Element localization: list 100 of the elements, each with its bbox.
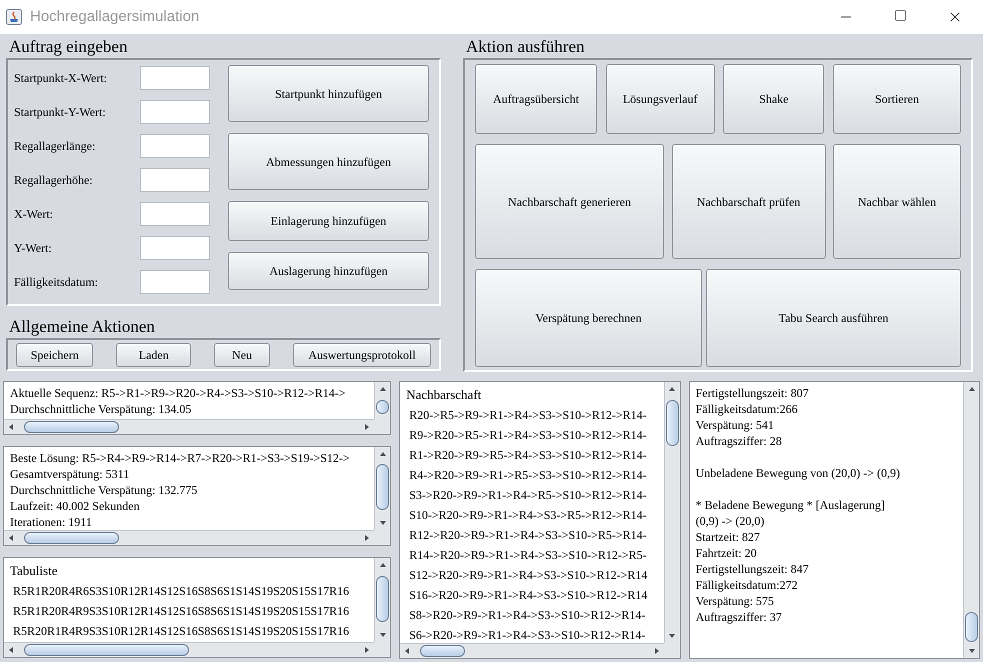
up-arrow-icon[interactable] (668, 385, 676, 393)
text-line: Fälligkeitsdatum:272 (696, 577, 799, 593)
list-item[interactable]: S12->R20->R9->R1->R4->S3->S10->R12->R14 (406, 565, 658, 585)
right-arrow-icon[interactable] (652, 647, 661, 655)
input-field[interactable] (140, 100, 210, 124)
scroll-thumb[interactable] (24, 644, 189, 656)
field-label: Startpunkt-X-Wert: (14, 70, 108, 87)
list-item[interactable]: R9->R20->R5->R1->R4->S3->S10->R12->R14- (406, 425, 658, 445)
vertical-scrollbar[interactable] (374, 447, 390, 530)
horizontal-scrollbar[interactable] (4, 419, 374, 434)
list-item[interactable]: R12->R20->R9->R1->R4->S3->S10->R5->R14- (406, 525, 658, 545)
left-arrow-icon[interactable] (7, 646, 15, 654)
text-line: Beste Lösung: R5->R4->R9->R14->R7->R20->R1->S3->S19->S12-> (10, 450, 351, 466)
list-item[interactable]: R14->R20->R9->R1->R4->S3->S10->R12->R5- (406, 545, 658, 565)
input-field[interactable] (140, 168, 210, 192)
list-item[interactable]: R5R20R1R4R9S3S10R12R14S12S16S8S6S1S14S19S20S15S17R16 (10, 621, 368, 641)
text-line: Durchschnittliche Verspätung: 132.775 (10, 482, 198, 498)
horizontal-scrollbar[interactable] (4, 642, 374, 657)
down-arrow-icon[interactable] (378, 519, 387, 527)
scroll-thumb[interactable] (376, 464, 390, 510)
input-field[interactable] (140, 66, 210, 90)
list-item[interactable]: R1->R20->R9->R5->R4->S3->S10->R12->R14- (406, 445, 658, 465)
text-area[interactable]: Aktuelle Sequenz: R5->R1->R9->R20->R4->S3->S10->R12->R14-> Durchschnittliche Verspätung: 134.05 (4, 382, 374, 419)
action-button[interactable]: Auftragsübersicht (475, 64, 597, 134)
field-label: Regallagerhöhe: (14, 172, 93, 189)
action-button[interactable]: Neu (214, 342, 270, 366)
down-arrow-icon[interactable] (668, 632, 676, 640)
up-arrow-icon[interactable] (378, 385, 387, 393)
down-arrow-icon[interactable] (968, 647, 976, 655)
action-button[interactable]: Auslagerung hinzufügen (228, 252, 429, 290)
list-item[interactable]: S10->R20->R9->R1->R4->S3->R5->R12->R14- (406, 505, 658, 525)
right-arrow-icon[interactable] (363, 423, 372, 431)
text-line: Verspätung: 575 (696, 593, 775, 609)
input-field[interactable] (140, 134, 210, 158)
scroll-thumb[interactable] (376, 400, 390, 414)
list-item[interactable]: R5R1R20R4R9S3S10R12R14S12S16S8S6S1S14S19S20S15S17R16 (10, 601, 368, 621)
right-arrow-icon[interactable] (363, 534, 372, 542)
action-button[interactable]: Lösungsverlauf (606, 64, 715, 134)
action-button[interactable]: Tabu Search ausführen (706, 269, 961, 367)
text-area[interactable] (400, 382, 664, 643)
vertical-scrollbar[interactable] (374, 558, 390, 642)
field-label: Y-Wert: (14, 240, 52, 257)
list-item[interactable]: R20->R5->R9->R1->R4->S3->S10->R12->R14- (406, 405, 658, 425)
vertical-scrollbar[interactable] (963, 382, 979, 658)
horizontal-scrollbar[interactable] (4, 530, 374, 545)
text-area[interactable]: Tabuliste R5R1R20R4R6S3S10R12R14S12S16S8S6S1S14S19S20S15S17R16 R5R1R20R4R9S3S10R12R14S12S16S8S6S1S14S19S20S15S17R16 R5R20R1R4R9S3S10R12R14S12S16S8S6S1S14S19S20S15S17R16 (4, 558, 374, 642)
scroll-thumb[interactable] (376, 576, 390, 622)
text-line: Iterationen: 1911 (10, 514, 93, 530)
scroll-thumb[interactable] (666, 400, 679, 446)
action-button[interactable]: Abmessungen hinzufügen (228, 133, 429, 190)
action-button[interactable]: Shake (723, 64, 824, 134)
list-item[interactable]: S16->R20->R9->R1->R4->S3->S10->R12->R14 (406, 585, 658, 605)
text-line: Laufzeit: 40.002 Sekunden (10, 498, 141, 514)
action-button[interactable]: Nachbarschaft prüfen (672, 144, 826, 259)
right-arrow-icon[interactable] (363, 646, 372, 654)
action-button[interactable]: Laden (116, 342, 192, 366)
section-title: Auftrag eingeben (8, 36, 128, 58)
up-arrow-icon[interactable] (378, 450, 387, 458)
list-title: Nachbarschaft (406, 386, 482, 404)
list-item[interactable]: S3->R20->R9->R1->R4->R5->S10->R12->R14- (406, 485, 658, 505)
horizontal-scrollbar[interactable] (400, 643, 664, 658)
action-button[interactable]: Auswertungsprotokoll (293, 342, 431, 366)
action-button[interactable]: Speichern (16, 342, 94, 366)
list-item[interactable]: R4->R20->R9->R1->R5->S3->S10->R12->R14- (406, 465, 658, 485)
action-button[interactable]: Verspätung berechnen (475, 269, 702, 367)
scroll-thumb[interactable] (24, 532, 119, 544)
field-label: Fälligkeitsdatum: (14, 274, 98, 291)
list-item[interactable]: S8->R20->R9->R1->R4->S3->S10->R12->R14- (406, 605, 658, 625)
scroll-thumb[interactable] (24, 421, 119, 433)
text-line: Auftragsziffer: 37 (696, 609, 783, 625)
text-line: Fertigstellungszeit: 847 (696, 561, 810, 577)
scroll-thumb[interactable] (965, 612, 978, 642)
list-item[interactable]: S6->R20->R9->R1->R4->S3->S10->R12->R14- (406, 625, 658, 643)
list-item[interactable]: R5R1R20R4R6S3S10R12R14S12S16S8S6S1S14S19S20S15S17R16 (10, 581, 368, 601)
up-arrow-icon[interactable] (378, 561, 387, 569)
left-arrow-icon[interactable] (403, 647, 412, 655)
vertical-scrollbar[interactable] (664, 382, 680, 643)
input-field[interactable] (140, 236, 210, 260)
text-area[interactable] (690, 382, 963, 658)
section-title: Aktion ausführen (465, 36, 586, 58)
text-line: Fälligkeitsdatum:266 (696, 401, 799, 417)
input-field[interactable] (140, 202, 210, 226)
action-button[interactable]: Nachbarschaft generieren (475, 144, 664, 259)
field-label: Startpunkt-Y-Wert: (14, 104, 106, 121)
maximize-icon[interactable] (894, 9, 907, 22)
text-area[interactable]: Beste Lösung: R5->R4->R9->R14->R7->R20->R1->S3->S19->S12-> Gesamtverspätung: 5311 Durchschnittliche Verspätung: 132.775 Laufzeit: 40.002 Sekunden Iterationen: 1911 (4, 447, 374, 530)
down-arrow-icon[interactable] (378, 631, 387, 639)
action-button[interactable]: Einlagerung hinzufügen (228, 201, 429, 241)
left-arrow-icon[interactable] (7, 423, 15, 431)
scroll-thumb[interactable] (420, 645, 466, 657)
vertical-scrollbar[interactable] (374, 382, 390, 419)
text-line: Startzeit: 827 (696, 529, 761, 545)
window-title: Hochregallagersimulation (30, 6, 200, 27)
input-field[interactable] (140, 270, 210, 294)
action-button[interactable]: Startpunkt hinzufügen (228, 65, 429, 122)
action-button[interactable]: Sortieren (832, 64, 961, 134)
text-line: * Beladene Bewegung * [Auslagerung] (696, 497, 886, 513)
action-button[interactable]: Nachbar wählen (833, 144, 961, 259)
up-arrow-icon[interactable] (968, 385, 976, 393)
left-arrow-icon[interactable] (7, 534, 15, 542)
